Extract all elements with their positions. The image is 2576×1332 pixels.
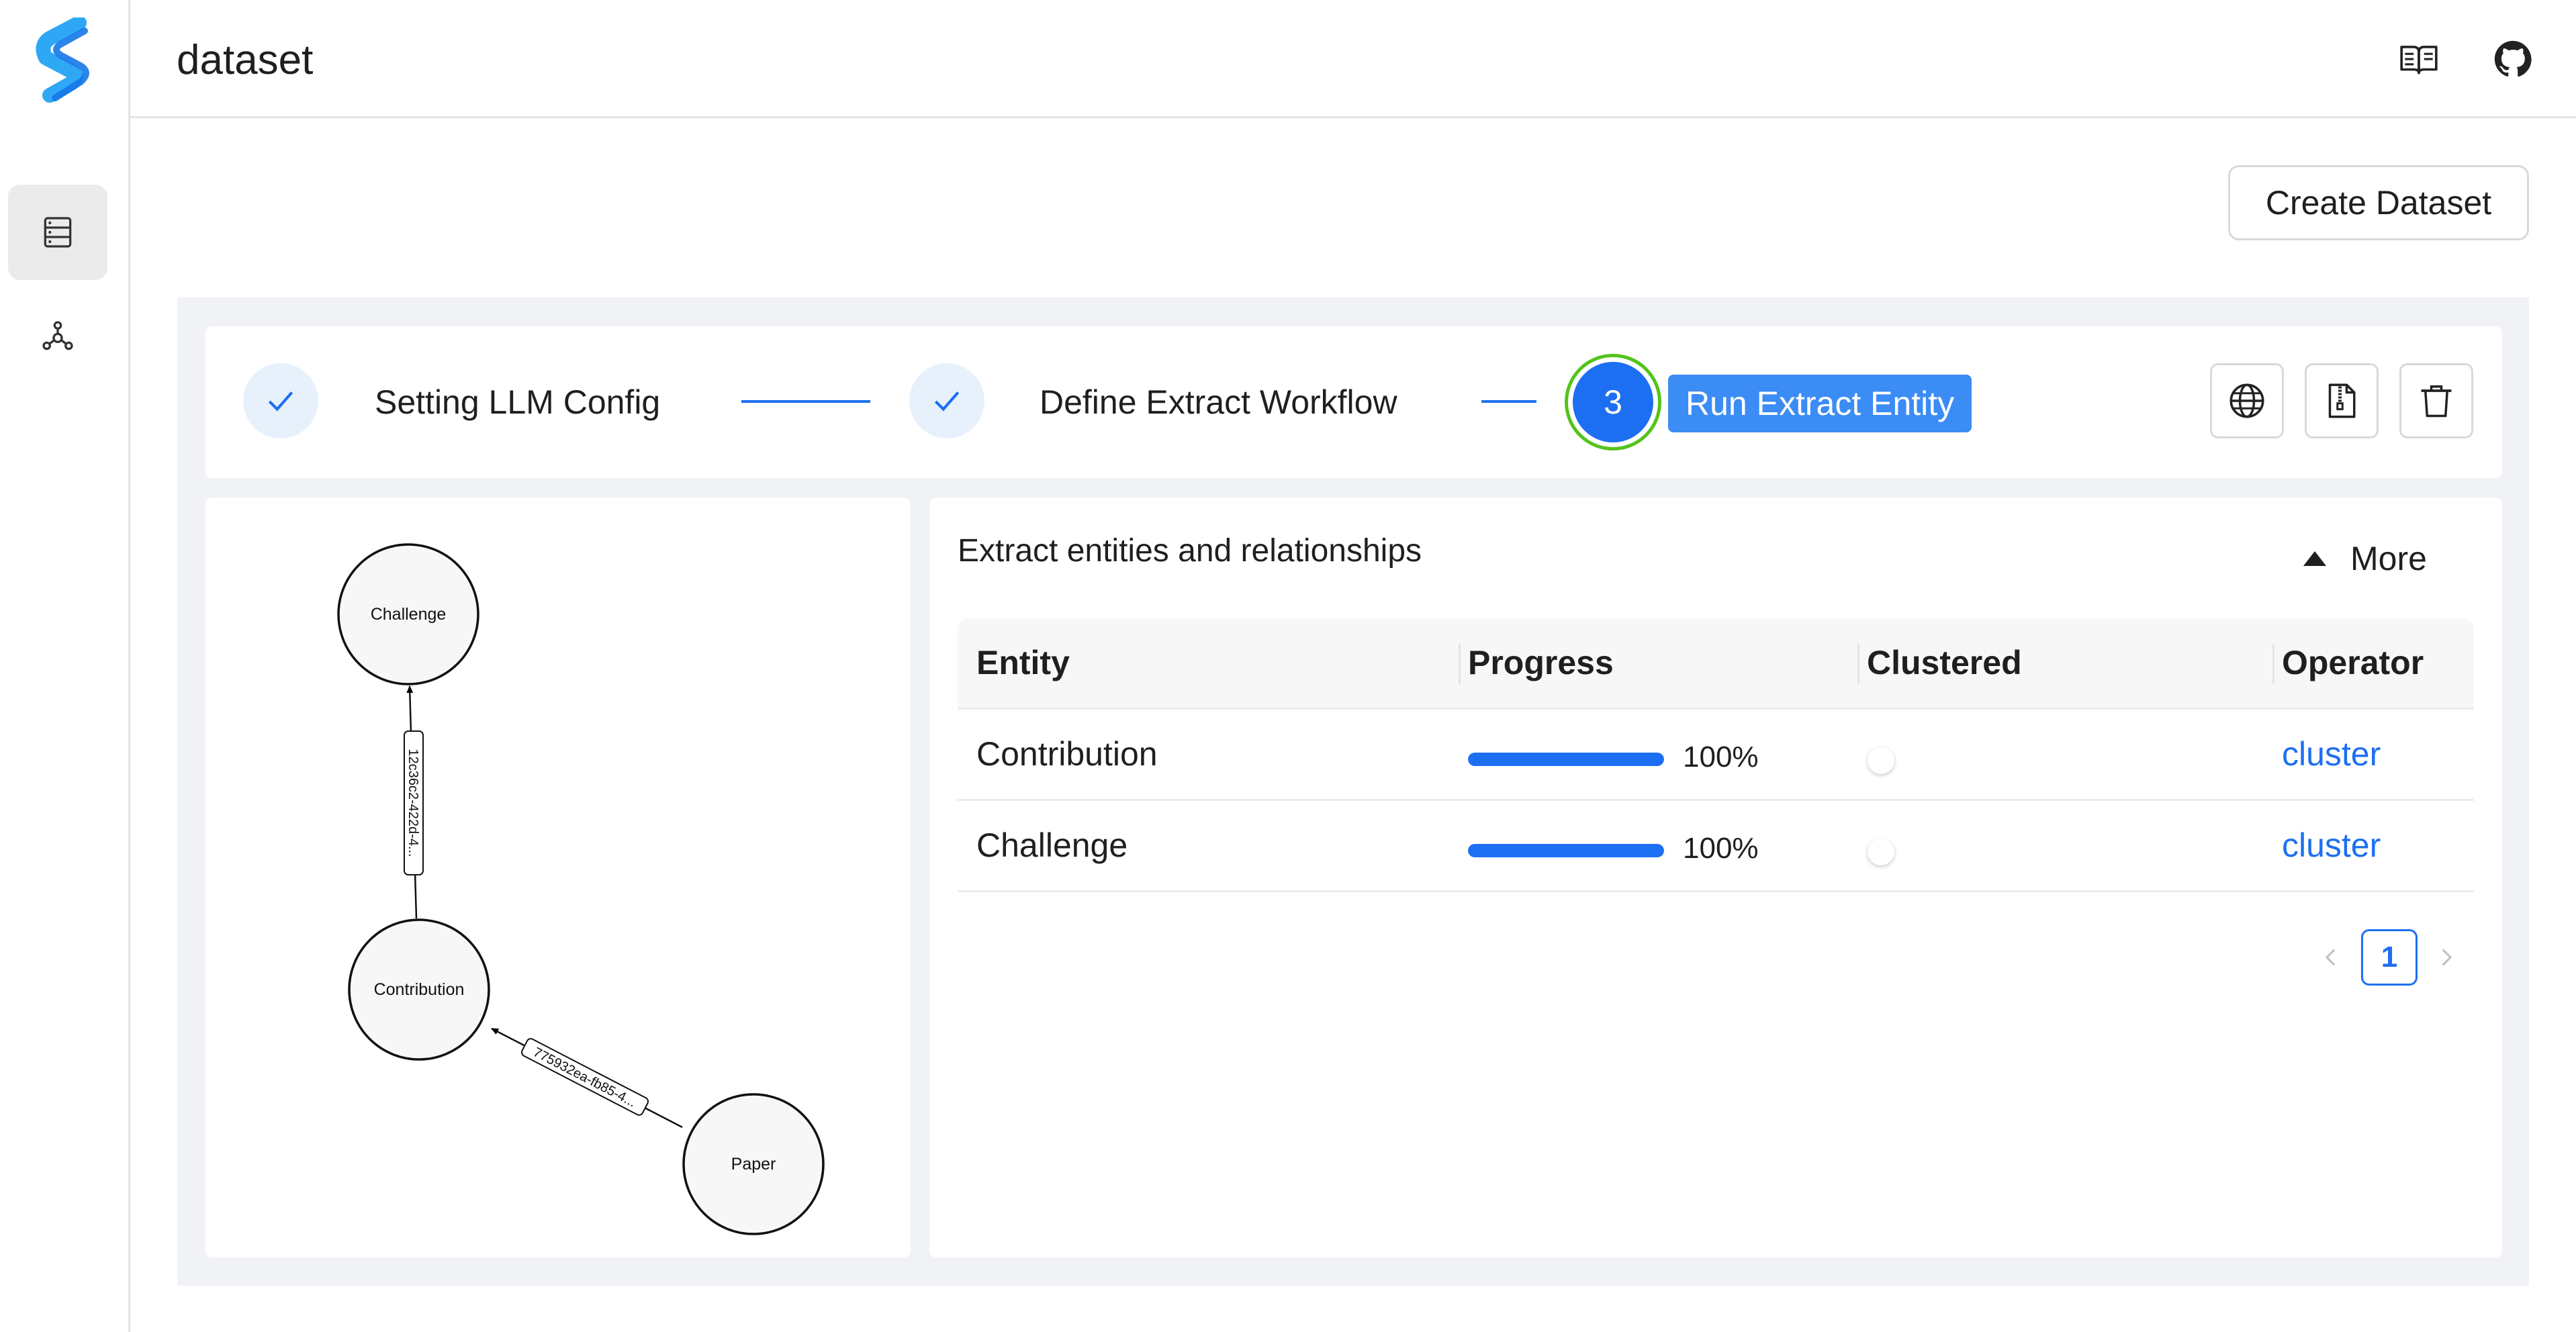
page-1-button[interactable]: 1 xyxy=(2361,929,2418,986)
check-icon xyxy=(934,391,960,412)
column-divider xyxy=(1459,644,1461,684)
github-icon xyxy=(2494,40,2532,77)
step-connector xyxy=(741,400,870,403)
column-divider xyxy=(1857,644,1859,684)
entity-cell: Contribution xyxy=(976,735,1158,773)
next-page-button[interactable] xyxy=(2426,929,2466,986)
step-3-status[interactable]: 3 xyxy=(1565,354,1661,450)
progress-bar xyxy=(1468,844,1664,857)
step-1-status[interactable] xyxy=(243,363,318,438)
more-label: More xyxy=(2350,540,2427,577)
trash-icon xyxy=(2421,385,2452,418)
step-1-label[interactable]: Setting LLM Config xyxy=(375,383,660,422)
caret-up-icon xyxy=(2303,551,2326,566)
progress-percent: 100% xyxy=(1683,741,1759,773)
extract-card: Extract entities and relationships More … xyxy=(929,497,2502,1257)
sidebar-item-dataset[interactable] xyxy=(8,185,107,280)
graph-node[interactable]: Challenge xyxy=(337,543,479,685)
column-header-operator: Operator xyxy=(2282,644,2424,681)
svg-text:775932ea-fb85-4...: 775932ea-fb85-4... xyxy=(531,1045,638,1110)
chevron-left-icon xyxy=(2325,949,2336,966)
check-icon xyxy=(268,391,293,412)
cluster-link[interactable]: cluster xyxy=(2282,710,2381,799)
sidebar-item-graph[interactable] xyxy=(8,289,107,384)
page-title: dataset xyxy=(177,37,314,83)
top-header: dataset xyxy=(130,0,2576,118)
table-row: Contribution 100% cluster xyxy=(958,710,2474,801)
edge-label: 12c36c2-422d-4... xyxy=(404,730,424,875)
column-header-clustered: Clustered xyxy=(1867,644,2022,681)
app-logo[interactable] xyxy=(31,15,98,107)
table-header: Entity Progress Clustered Operator xyxy=(958,618,2474,710)
svg-text:Challenge: Challenge xyxy=(371,605,447,624)
chevron-right-icon xyxy=(2442,949,2452,966)
book-open-icon xyxy=(2400,46,2438,75)
graph-node[interactable]: Paper xyxy=(682,1093,825,1235)
graph-node[interactable]: Contribution xyxy=(348,918,490,1061)
create-dataset-button[interactable]: Create Dataset xyxy=(2228,165,2529,240)
archive-button[interactable] xyxy=(2305,363,2379,438)
sidebar xyxy=(0,0,130,1332)
progress-fill xyxy=(1468,844,1664,857)
clustered-toggle[interactable] xyxy=(1868,839,1894,865)
table-row: Challenge 100% cluster xyxy=(958,801,2474,892)
github-button[interactable] xyxy=(2490,36,2536,82)
graph-canvas[interactable]: 12c36c2-422d-4... 775932ea-fb85-4... Cha… xyxy=(205,497,911,1257)
svg-text:12c36c2-422d-4...: 12c36c2-422d-4... xyxy=(406,749,420,857)
card-title: Extract entities and relationships xyxy=(958,533,1422,569)
globe-button[interactable] xyxy=(2210,363,2284,438)
clustered-toggle[interactable] xyxy=(1868,747,1894,774)
column-header-entity: Entity xyxy=(976,644,1070,681)
delete-button[interactable] xyxy=(2399,363,2473,438)
step-2-status[interactable] xyxy=(909,363,984,438)
step-connector xyxy=(1481,400,1536,403)
column-header-progress: Progress xyxy=(1468,644,1614,681)
prev-page-button[interactable] xyxy=(2311,929,2352,986)
globe-icon xyxy=(2229,383,2264,418)
edge-label: 775932ea-fb85-4... xyxy=(520,1038,649,1116)
progress-bar xyxy=(1468,753,1664,766)
step-3-number: 3 xyxy=(1573,362,1653,442)
progress-percent: 100% xyxy=(1683,832,1759,865)
database-icon xyxy=(44,217,72,248)
entity-graph[interactable]: 12c36c2-422d-4... 775932ea-fb85-4... Cha… xyxy=(205,497,911,1257)
svg-text:Paper: Paper xyxy=(731,1155,776,1174)
progress-fill xyxy=(1468,753,1664,766)
graph-nodes-icon xyxy=(42,321,73,350)
docs-button[interactable] xyxy=(2396,36,2442,82)
step-3-label[interactable]: Run Extract Entity xyxy=(1668,375,1972,432)
column-divider xyxy=(2272,644,2274,684)
cluster-link[interactable]: cluster xyxy=(2282,801,2381,890)
file-zip-icon xyxy=(2328,383,2356,418)
more-toggle[interactable]: More xyxy=(2303,539,2427,578)
step-2-label[interactable]: Define Extract Workflow xyxy=(1040,383,1397,422)
entity-cell: Challenge xyxy=(976,826,1128,864)
svg-text:Contribution: Contribution xyxy=(374,980,465,999)
